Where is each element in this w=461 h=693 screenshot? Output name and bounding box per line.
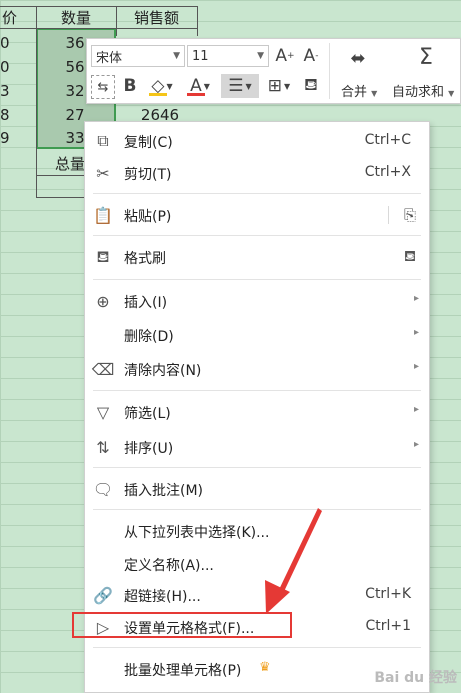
watermark-text: Bai du 经验 bbox=[374, 670, 457, 686]
annotation-arrow-shaft bbox=[275, 508, 322, 600]
annotation-arrow bbox=[265, 508, 322, 614]
